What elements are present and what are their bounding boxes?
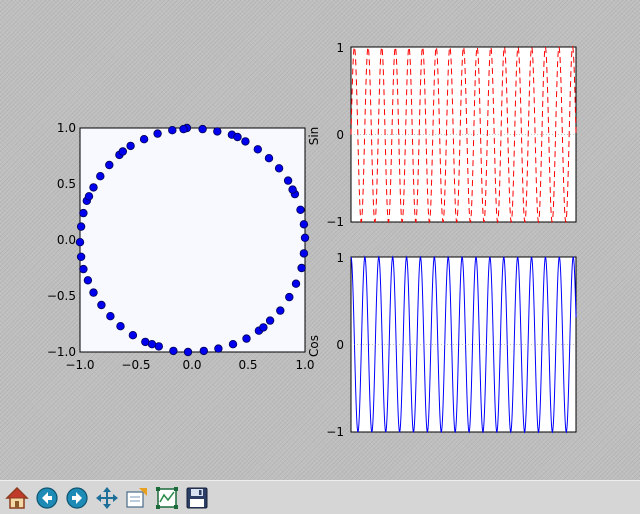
scatter-point [79,264,88,274]
scatter-xtick-label: 0.5 [238,358,257,372]
scatter-point [106,312,115,321]
scatter-point [169,346,178,356]
scatter-y-ticks: 1.0 0.5 0.0 −0.5 −1.0 [47,121,76,359]
scatter-ytick-label: 1.0 [57,121,76,135]
scatter-xtick-label: −0.5 [121,358,150,372]
scatter-point [128,331,138,340]
scatter-point [126,141,135,151]
scatter-ytick-label: 0.5 [57,177,76,191]
scatter-point [147,340,157,349]
sin-ytick-label: −1 [326,215,344,229]
scatter-point [288,185,297,194]
scatter-point [300,233,310,242]
scatter-point [213,127,222,136]
scatter-point [264,153,274,163]
scatter-point [105,160,114,170]
scatter-point [296,205,305,214]
scatter-point [242,334,251,343]
scatter-point [228,340,238,349]
scatter-point [299,220,309,229]
cos-ytick-label: −1 [326,425,344,439]
scatter-point [89,183,98,192]
scatter-point [265,316,275,325]
scatter-point [214,344,223,353]
cos-ytick-label: 0 [336,338,344,352]
scatter-point [285,292,294,302]
scatter-ytick-label: −0.5 [47,289,76,303]
forward-button[interactable] [64,485,90,511]
scatter-point [96,171,105,181]
scatter-point [75,237,85,247]
scatter-point [299,249,309,258]
zoom-button[interactable] [124,485,150,511]
scatter-point [198,124,207,134]
cos-ylabel: Cos [307,335,321,357]
sin-ytick-label: 0 [336,128,344,142]
scatter-point [253,145,262,154]
move-icon [96,487,118,509]
back-arrow-icon [36,487,58,509]
scatter-xtick-label: 0.0 [182,358,201,372]
scatter-point [259,323,268,332]
scatter-point [76,252,86,261]
scatter-x-ticks: −1.0 −0.5 0.0 0.5 1.0 [65,358,314,372]
home-button[interactable] [4,485,30,511]
pan-button[interactable] [94,485,120,511]
scatter-point [283,176,293,185]
scatter-ytick-label: 0.0 [57,233,76,247]
scatter-point [274,164,284,173]
sin-axes: 1 0 −1 Sin [307,41,577,229]
subplots-icon [156,487,178,509]
sin-ylabel: Sin [307,127,321,146]
scatter-point [84,192,94,201]
cos-axes: 1 0 −1 Cos [307,251,577,439]
scatter-point [199,346,208,356]
scatter-point [116,322,125,331]
zoom-rect-icon [126,488,147,508]
scatter-point [276,306,285,315]
scatter-xtick-label: −1.0 [65,358,94,372]
floppy-disk-icon [186,487,208,509]
forward-arrow-icon [66,487,88,509]
scatter-point [233,132,242,142]
save-button[interactable] [184,485,210,511]
scatter-point [89,288,98,297]
scatter-point [183,347,193,357]
scatter-point [168,125,177,135]
subplots-button[interactable] [154,485,180,511]
scatter-point [79,208,88,218]
scatter-axes: 1.0 0.5 0.0 −0.5 −1.0 −1.0 −0.5 0.0 0.5 … [47,121,315,372]
scatter-point [153,129,162,138]
cos-ytick-label: 1 [336,251,344,265]
navigation-toolbar [0,480,640,514]
scatter-point [139,134,149,144]
figure-canvas: 1.0 0.5 0.0 −0.5 −1.0 −1.0 −0.5 0.0 0.5 … [47,41,577,439]
scatter-xtick-label: 1.0 [295,358,314,372]
scatter-point [76,222,86,231]
home-icon [5,486,29,509]
sin-ytick-label: 1 [336,41,344,55]
scatter-point [179,124,188,134]
scatter-point [291,279,301,288]
scatter-point [97,300,106,310]
scatter-ytick-label: −1.0 [47,345,76,359]
back-button[interactable] [34,485,60,511]
scatter-point [118,147,127,156]
scatter-point [297,263,306,273]
scatter-point [83,276,93,285]
scatter-point [241,137,250,146]
